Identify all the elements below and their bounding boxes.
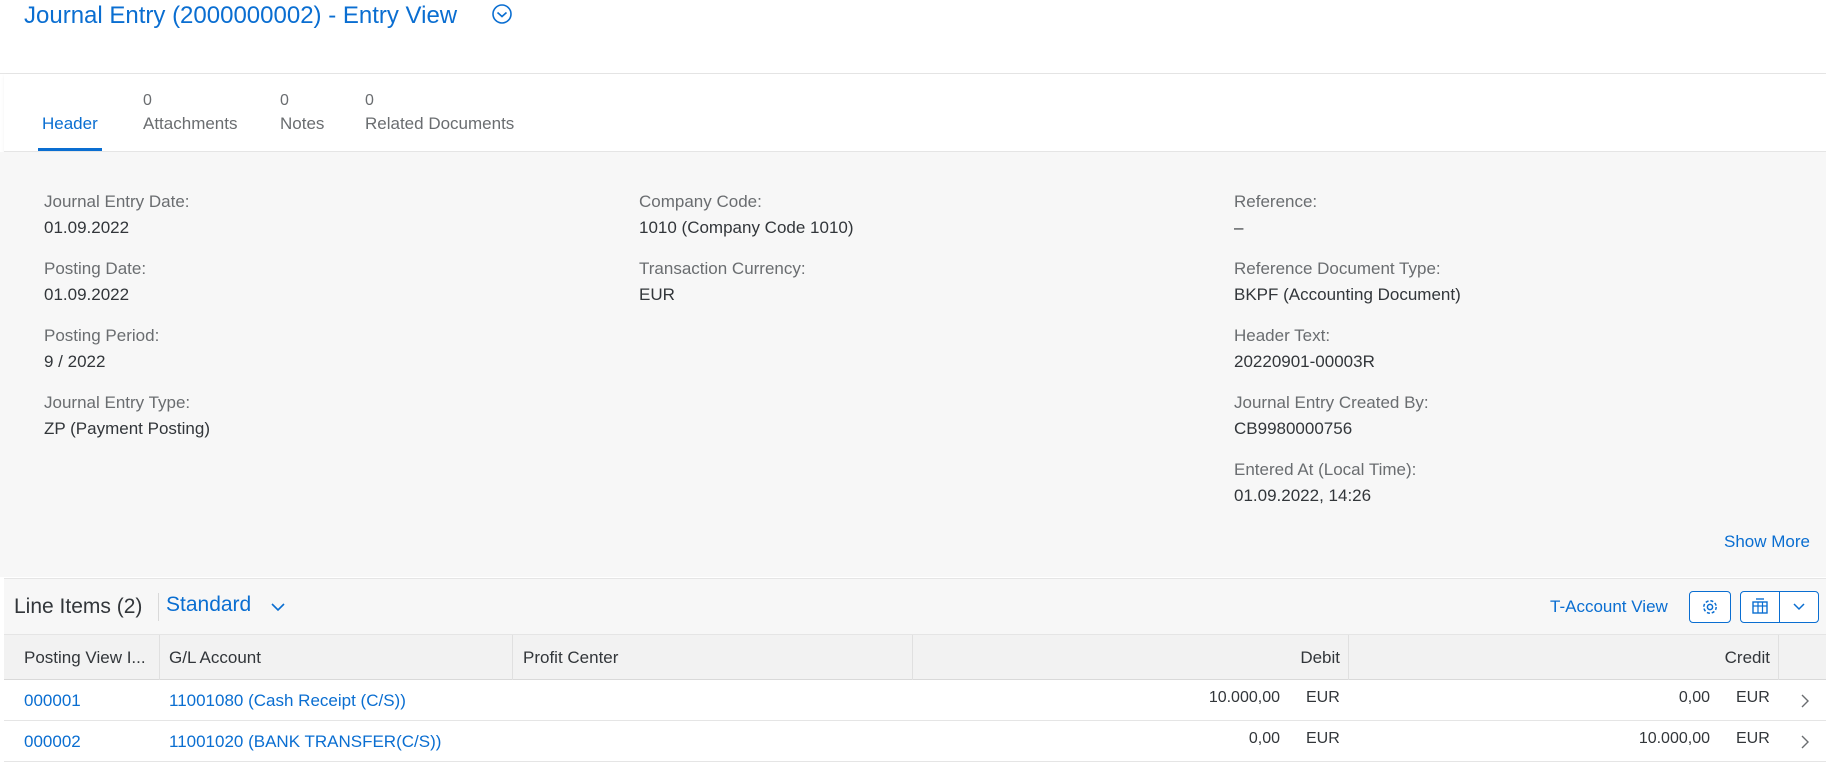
variant-selector[interactable]: Standard xyxy=(166,593,251,617)
credit-currency: EUR xyxy=(1736,730,1770,747)
show-more-link[interactable]: Show More xyxy=(1724,532,1810,552)
field-value: 1010 (Company Code 1010) xyxy=(639,218,854,237)
column-divider[interactable] xyxy=(512,635,513,681)
field-label: Journal Entry Date: xyxy=(44,192,190,211)
debit-currency: EUR xyxy=(1306,689,1340,706)
field-value: 9 / 2022 xyxy=(44,352,106,371)
field-value: EUR xyxy=(639,285,675,304)
chevron-down-circle-icon[interactable] xyxy=(490,2,514,26)
tab-related-documents-label: Related Documents xyxy=(365,114,515,133)
tab-attachments-label: Attachments xyxy=(143,114,238,133)
field-entered-at: Entered At (Local Time): 01.09.2022, 14:… xyxy=(1234,459,1416,507)
field-value: – xyxy=(1234,218,1244,237)
field-journal-entry-created-by: Journal Entry Created By: CB9980000756 xyxy=(1234,392,1429,440)
column-divider[interactable] xyxy=(912,635,913,681)
profit-center-value xyxy=(523,680,903,721)
field-posting-date: Posting Date: 01.09.2022 xyxy=(44,258,146,306)
toolbar-separator xyxy=(158,593,159,621)
field-label: Entered At (Local Time): xyxy=(1234,460,1417,479)
export-spreadsheet-icon xyxy=(1752,598,1768,614)
gl-account-link[interactable]: 11001080 (Cash Receipt (C/S)) xyxy=(169,680,406,721)
credit-amount: 0,00 xyxy=(1678,689,1710,706)
field-value: CB9980000756 xyxy=(1234,419,1353,438)
tab-related-documents[interactable]: 0 Related Documents xyxy=(365,74,525,152)
table-row[interactable]: 000002 11001020 (BANK TRANSFER(C/S)) 0,0… xyxy=(4,721,1826,762)
tab-header-label: Header xyxy=(42,114,98,133)
field-reference-document-type: Reference Document Type: BKPF (Accountin… xyxy=(1234,258,1461,306)
settings-button[interactable] xyxy=(1689,591,1731,623)
field-header-text: Header Text: 20220901-00003R xyxy=(1234,325,1375,373)
chevron-right-icon[interactable] xyxy=(1800,735,1810,749)
field-value: 20220901-00003R xyxy=(1234,352,1375,371)
posting-view-item-link[interactable]: 000002 xyxy=(24,721,81,762)
export-menu-button[interactable] xyxy=(1779,591,1819,623)
line-items-toolbar: Line Items (2) Standard T-Account View xyxy=(4,578,1826,634)
tab-notes-label: Notes xyxy=(280,114,325,133)
field-label: Journal Entry Created By: xyxy=(1234,393,1429,412)
field-value: 01.09.2022 xyxy=(44,218,130,237)
table-row[interactable]: 000001 11001080 (Cash Receipt (C/S)) 10.… xyxy=(4,680,1826,721)
field-label: Transaction Currency: xyxy=(639,259,806,278)
field-label: Posting Date: xyxy=(44,259,147,278)
tab-header[interactable]: Header xyxy=(38,74,118,152)
debit-amount: 0,00 xyxy=(1248,730,1280,747)
debit-amount: 10.000,00 xyxy=(1208,689,1280,706)
field-reference: Reference: – xyxy=(1234,191,1317,239)
field-value: 01.09.2022, 14:26 xyxy=(1234,486,1372,505)
column-header-debit[interactable]: Debit xyxy=(924,635,1340,681)
tab-notes[interactable]: 0 Notes xyxy=(280,74,340,152)
field-journal-entry-type: Journal Entry Type: ZP (Payment Posting) xyxy=(44,392,210,440)
field-company-code: Company Code: 1010 (Company Code 1010) xyxy=(639,191,854,239)
column-divider[interactable] xyxy=(1778,635,1779,681)
object-page-title-bar: Journal Entry (2000000002) - Entry View xyxy=(0,0,1826,74)
tab-notes-count: 0 xyxy=(280,92,289,109)
column-header-credit[interactable]: Credit xyxy=(1360,635,1770,681)
chevron-right-icon[interactable] xyxy=(1800,694,1810,708)
field-label: Company Code: xyxy=(639,192,762,211)
field-label: Journal Entry Type: xyxy=(44,393,191,412)
tab-attachments-count: 0 xyxy=(143,92,152,109)
field-posting-period: Posting Period: 9 / 2022 xyxy=(44,325,159,373)
profit-center-value xyxy=(523,721,903,762)
gear-icon xyxy=(1703,600,1717,614)
posting-view-item-link[interactable]: 000001 xyxy=(24,680,81,721)
field-value: 01.09.2022 xyxy=(44,285,130,304)
t-account-view-button[interactable]: T-Account View xyxy=(1550,597,1668,617)
chevron-down-icon xyxy=(1793,603,1805,611)
column-header-profit-center[interactable]: Profit Center xyxy=(523,635,903,681)
tab-active-indicator xyxy=(38,148,102,151)
debit-currency: EUR xyxy=(1306,730,1340,747)
line-items-table-header: Posting View I... G/L Account Profit Cen… xyxy=(4,634,1826,681)
field-label: Reference: xyxy=(1234,192,1318,211)
tab-related-documents-count: 0 xyxy=(365,92,374,109)
page-title: Journal Entry (2000000002) - Entry View xyxy=(24,2,458,29)
credit-currency: EUR xyxy=(1736,689,1770,706)
field-transaction-currency: Transaction Currency: EUR xyxy=(639,258,806,306)
column-header-posting-view-item[interactable]: Posting View I... xyxy=(24,635,152,681)
line-items-title: Line Items (2) xyxy=(14,595,143,618)
field-label: Reference Document Type: xyxy=(1234,259,1441,278)
field-label: Header Text: xyxy=(1234,326,1331,345)
chevron-down-icon[interactable] xyxy=(270,601,286,613)
field-label: Posting Period: xyxy=(44,326,160,345)
export-button[interactable] xyxy=(1740,591,1780,623)
field-value: ZP (Payment Posting) xyxy=(44,419,210,438)
column-header-gl-account[interactable]: G/L Account xyxy=(169,635,499,681)
field-value: BKPF (Accounting Document) xyxy=(1234,285,1461,304)
header-section: Journal Entry Date: 01.09.2022 Posting D… xyxy=(0,152,1826,577)
credit-amount: 10.000,00 xyxy=(1638,730,1710,747)
column-divider[interactable] xyxy=(159,635,160,681)
gl-account-link[interactable]: 11001020 (BANK TRANSFER(C/S)) xyxy=(169,721,441,762)
field-journal-entry-date: Journal Entry Date: 01.09.2022 xyxy=(44,191,190,239)
column-divider[interactable] xyxy=(1348,635,1349,681)
tab-attachments[interactable]: 0 Attachments xyxy=(143,74,253,152)
section-tab-bar: Header 0 Attachments 0 Notes 0 Related D… xyxy=(4,74,1826,152)
